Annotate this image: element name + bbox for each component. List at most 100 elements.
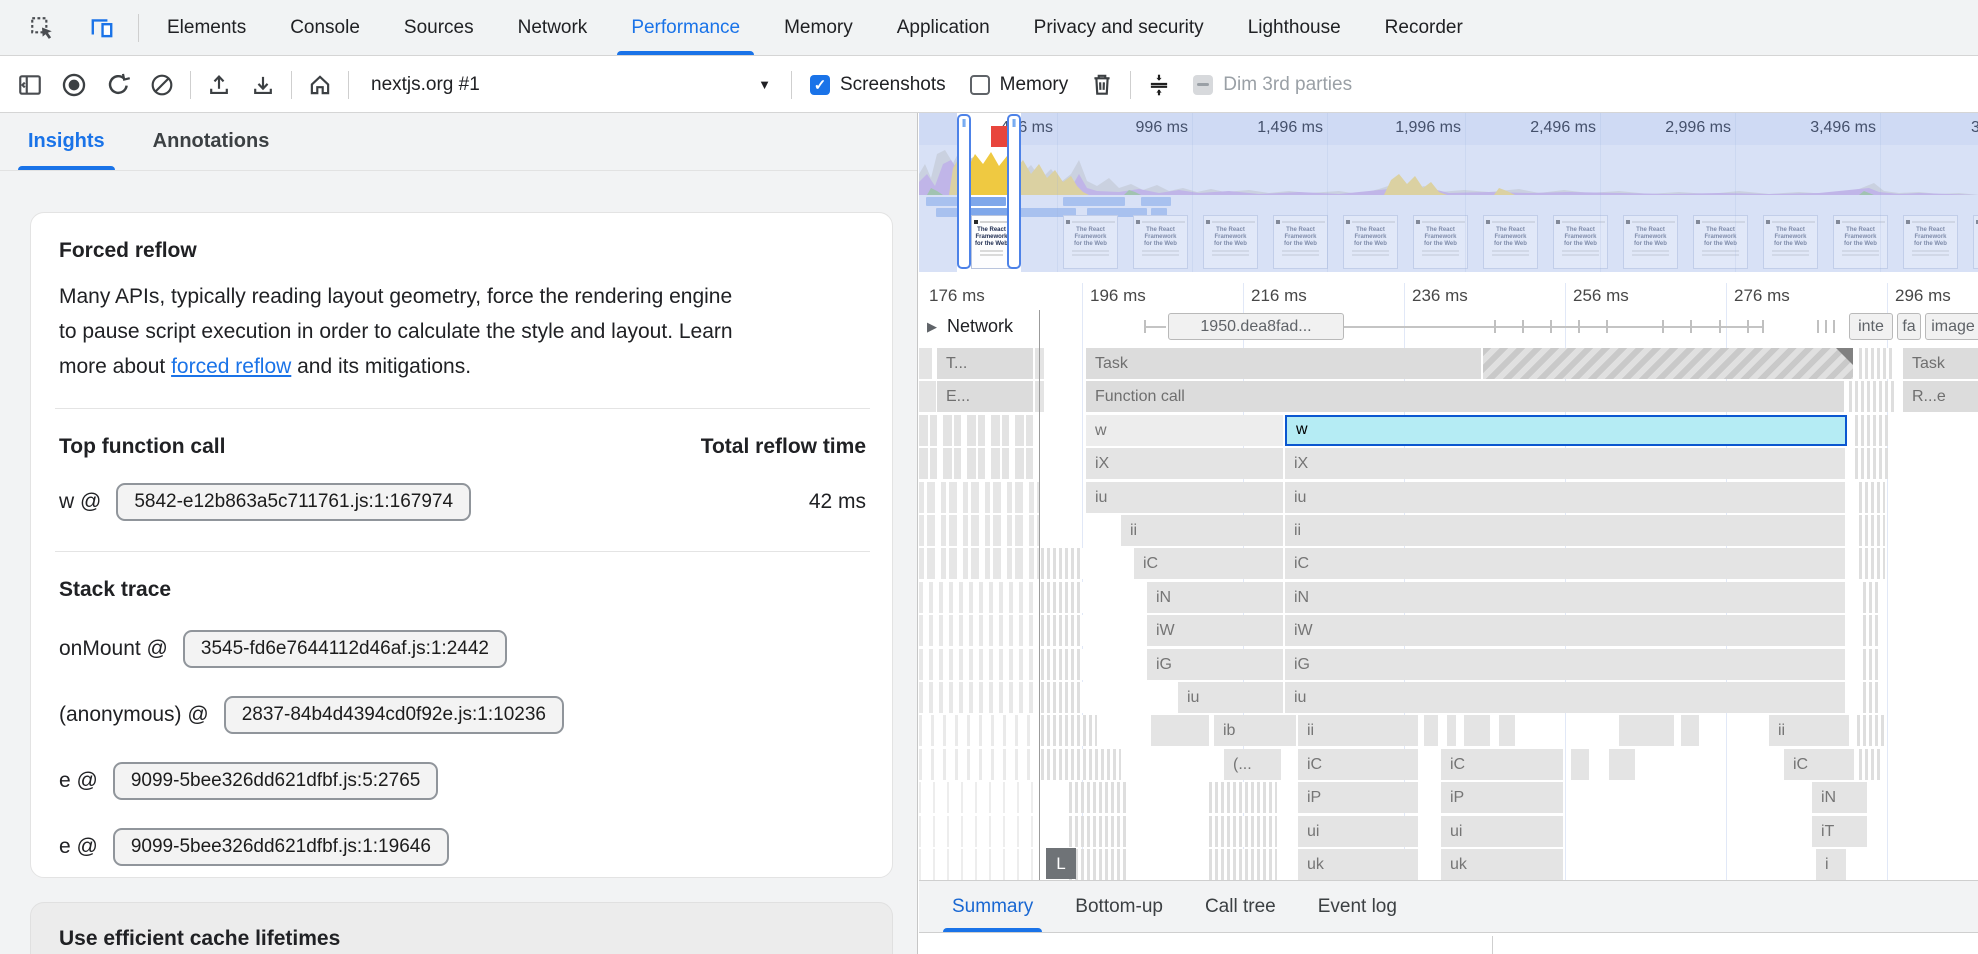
inspect-icon[interactable] xyxy=(20,8,64,48)
flame-bar-t[interactable]: T... xyxy=(937,348,1033,379)
flame-bar-function-call[interactable]: Function call xyxy=(1086,381,1844,412)
flame-bar-e[interactable]: E... xyxy=(937,381,1033,412)
upload-profile-icon[interactable] xyxy=(197,65,241,105)
re-record-icon[interactable] xyxy=(96,65,140,105)
device-toolbar-icon[interactable] xyxy=(80,8,124,48)
source-location-chip[interactable]: 5842-e12b863a5c711761.js:1:167974 xyxy=(116,483,471,521)
flame-bar-w[interactable]: w xyxy=(1285,415,1847,446)
clear-icon[interactable] xyxy=(140,65,184,105)
flame-bar-ig[interactable]: iG xyxy=(1147,649,1283,680)
flame-bar-task[interactable]: Task xyxy=(1903,348,1978,379)
tab-lighthouse[interactable]: Lighthouse xyxy=(1226,0,1363,55)
flame-bar[interactable] xyxy=(1859,348,1895,379)
network-request-chip[interactable]: inte xyxy=(1849,313,1893,340)
memory-checkbox[interactable] xyxy=(970,75,990,95)
record-icon[interactable] xyxy=(52,65,96,105)
flame-bar[interactable] xyxy=(1209,816,1277,847)
flame-bar-iu[interactable]: iu xyxy=(1086,482,1283,513)
flame-bar[interactable] xyxy=(1041,649,1083,680)
tab-memory[interactable]: Memory xyxy=(762,0,875,55)
collect-garbage-icon[interactable] xyxy=(1080,65,1124,105)
flame-bar[interactable] xyxy=(1863,649,1881,680)
flame-bar[interactable] xyxy=(1499,715,1515,746)
flame-bar[interactable] xyxy=(1464,715,1490,746)
flame-bar-iu[interactable]: iu xyxy=(1178,682,1283,713)
flame-bar[interactable] xyxy=(1863,615,1881,646)
flame-bar-w[interactable]: w xyxy=(1086,415,1283,446)
flame-bar[interactable] xyxy=(1855,448,1889,479)
network-request-chip[interactable]: image xyxy=(1925,313,1978,340)
flame-bar-ii[interactable]: ii xyxy=(1298,715,1418,746)
flame-bar-in[interactable]: iN xyxy=(1285,582,1845,613)
selection-range-handle[interactable]: ‖ xyxy=(957,114,971,269)
flame-bar-ix[interactable]: iX xyxy=(1285,448,1845,479)
flame-bar[interactable] xyxy=(1041,615,1083,646)
flame-bar-ix[interactable]: iX xyxy=(1086,448,1283,479)
flame-bar[interactable] xyxy=(1857,715,1887,746)
flame-bar-task[interactable]: Task xyxy=(1086,348,1481,379)
flame-bar-ii[interactable]: ii xyxy=(1769,715,1849,746)
selection-range-handle[interactable]: ‖ xyxy=(1007,114,1021,269)
flame-bar-ib[interactable]: ib xyxy=(1214,715,1296,746)
screenshots-toggle[interactable]: ✓ Screenshots xyxy=(798,74,958,96)
flame-bar-ui[interactable]: ui xyxy=(1298,816,1418,847)
flame-bar-i[interactable]: i xyxy=(1816,849,1846,880)
flame-bar-it[interactable]: iT xyxy=(1812,816,1867,847)
flame-bar[interactable] xyxy=(1041,715,1097,746)
tab-console[interactable]: Console xyxy=(268,0,382,55)
details-tab-bottom-up[interactable]: Bottom-up xyxy=(1054,881,1184,932)
flame-bar-ig[interactable]: iG xyxy=(1285,649,1845,680)
tab-sources[interactable]: Sources xyxy=(382,0,496,55)
details-tab-event-log[interactable]: Event log xyxy=(1297,881,1418,932)
flame-bar-ic[interactable]: iC xyxy=(1298,749,1418,780)
flame-bar-ic[interactable]: iC xyxy=(1134,548,1283,579)
collapse-flame-icon[interactable] xyxy=(1137,65,1181,105)
flame-bar[interactable] xyxy=(1859,515,1885,546)
flame-bar-ii[interactable]: ii xyxy=(1121,515,1283,546)
network-track[interactable]: ▶ Network 1950.dea8fad...intefaimage xyxy=(919,310,1978,345)
flame-bar-ip[interactable]: iP xyxy=(1298,782,1418,813)
flame-bar[interactable] xyxy=(1447,715,1456,746)
flame-bar[interactable] xyxy=(1571,749,1589,780)
flame-bar[interactable] xyxy=(1041,582,1083,613)
flame-bar[interactable] xyxy=(1609,749,1635,780)
flame-bar[interactable] xyxy=(1859,548,1885,579)
timeline-minimap[interactable]: The ReactFrameworkfor the WebThe ReactFr… xyxy=(919,113,1978,272)
flame-bar[interactable] xyxy=(1041,548,1083,579)
forced-reflow-link[interactable]: forced reflow xyxy=(171,355,291,378)
flame-bar[interactable] xyxy=(1151,715,1209,746)
flame-bar-ic[interactable]: iC xyxy=(1784,749,1854,780)
next-insight-card[interactable]: Use efficient cache lifetimes xyxy=(30,902,893,954)
source-location-chip[interactable]: 3545-fd6e7644112d46af.js:1:2442 xyxy=(183,630,507,668)
flame-bar[interactable] xyxy=(1209,849,1277,880)
network-request-chip[interactable]: 1950.dea8fad... xyxy=(1168,313,1344,340)
tab-application[interactable]: Application xyxy=(875,0,1012,55)
filmstrip-thumbnail[interactable]: The ReactFrameworkfor the Web xyxy=(971,215,1012,269)
flame-bar[interactable] xyxy=(1209,782,1277,813)
flame-bar-uk[interactable]: uk xyxy=(1441,849,1563,880)
flame-bar-iw[interactable]: iW xyxy=(1147,615,1283,646)
history-dropdown[interactable]: nextjs.org #1 ▼ xyxy=(355,74,785,96)
flame-bar-ip[interactable]: iP xyxy=(1441,782,1563,813)
flame-bar[interactable] xyxy=(1855,415,1889,446)
toggle-sidebar-icon[interactable] xyxy=(8,65,52,105)
tab-network[interactable]: Network xyxy=(496,0,610,55)
flame-bar[interactable] xyxy=(1424,715,1438,746)
flame-bar[interactable] xyxy=(1849,381,1895,412)
main-flame-chart[interactable]: L T...TaskTaskE...Function callR...ewwiX… xyxy=(919,348,1978,880)
flame-bar[interactable] xyxy=(1483,348,1853,379)
source-location-chip[interactable]: 9099-5bee326dd621dfbf.js:1:19646 xyxy=(113,828,449,866)
memory-toggle[interactable]: Memory xyxy=(958,74,1081,96)
flame-bar[interactable] xyxy=(1069,782,1127,813)
flame-bar-ic[interactable]: iC xyxy=(1441,749,1563,780)
sidebar-tab-annotations[interactable]: Annotations xyxy=(129,113,294,170)
tab-elements[interactable]: Elements xyxy=(145,0,268,55)
tab-privacy-and-security[interactable]: Privacy and security xyxy=(1012,0,1226,55)
flame-bar-iu[interactable]: iu xyxy=(1285,482,1845,513)
flame-bar[interactable] xyxy=(1863,682,1881,713)
flame-bar-iw[interactable]: iW xyxy=(1285,615,1845,646)
details-tab-call-tree[interactable]: Call tree xyxy=(1184,881,1297,932)
sidebar-tab-insights[interactable]: Insights xyxy=(4,113,129,170)
flame-bar-ui[interactable]: ui xyxy=(1441,816,1563,847)
flame-bar-uk[interactable]: uk xyxy=(1298,849,1418,880)
